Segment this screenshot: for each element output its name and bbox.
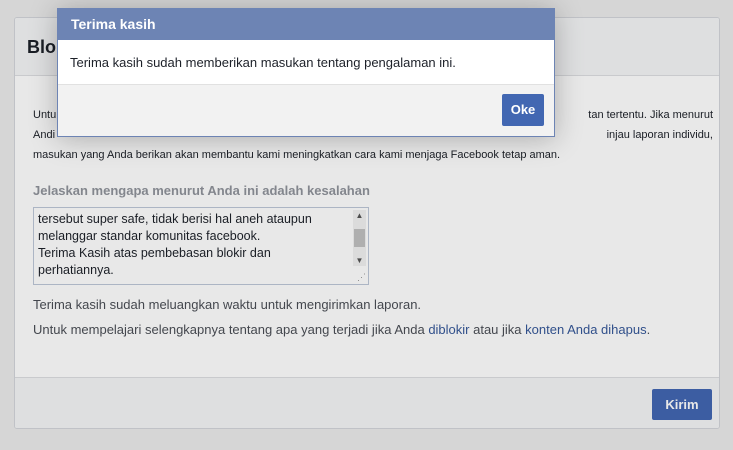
dialog-title: Terima kasih [58, 9, 554, 40]
dialog-message: Terima kasih sudah memberikan masukan te… [70, 55, 456, 70]
ok-button[interactable]: Oke [502, 94, 544, 126]
dialog-footer: Oke [58, 84, 554, 136]
thanks-dialog: Terima kasih Terima kasih sudah memberik… [57, 8, 555, 137]
